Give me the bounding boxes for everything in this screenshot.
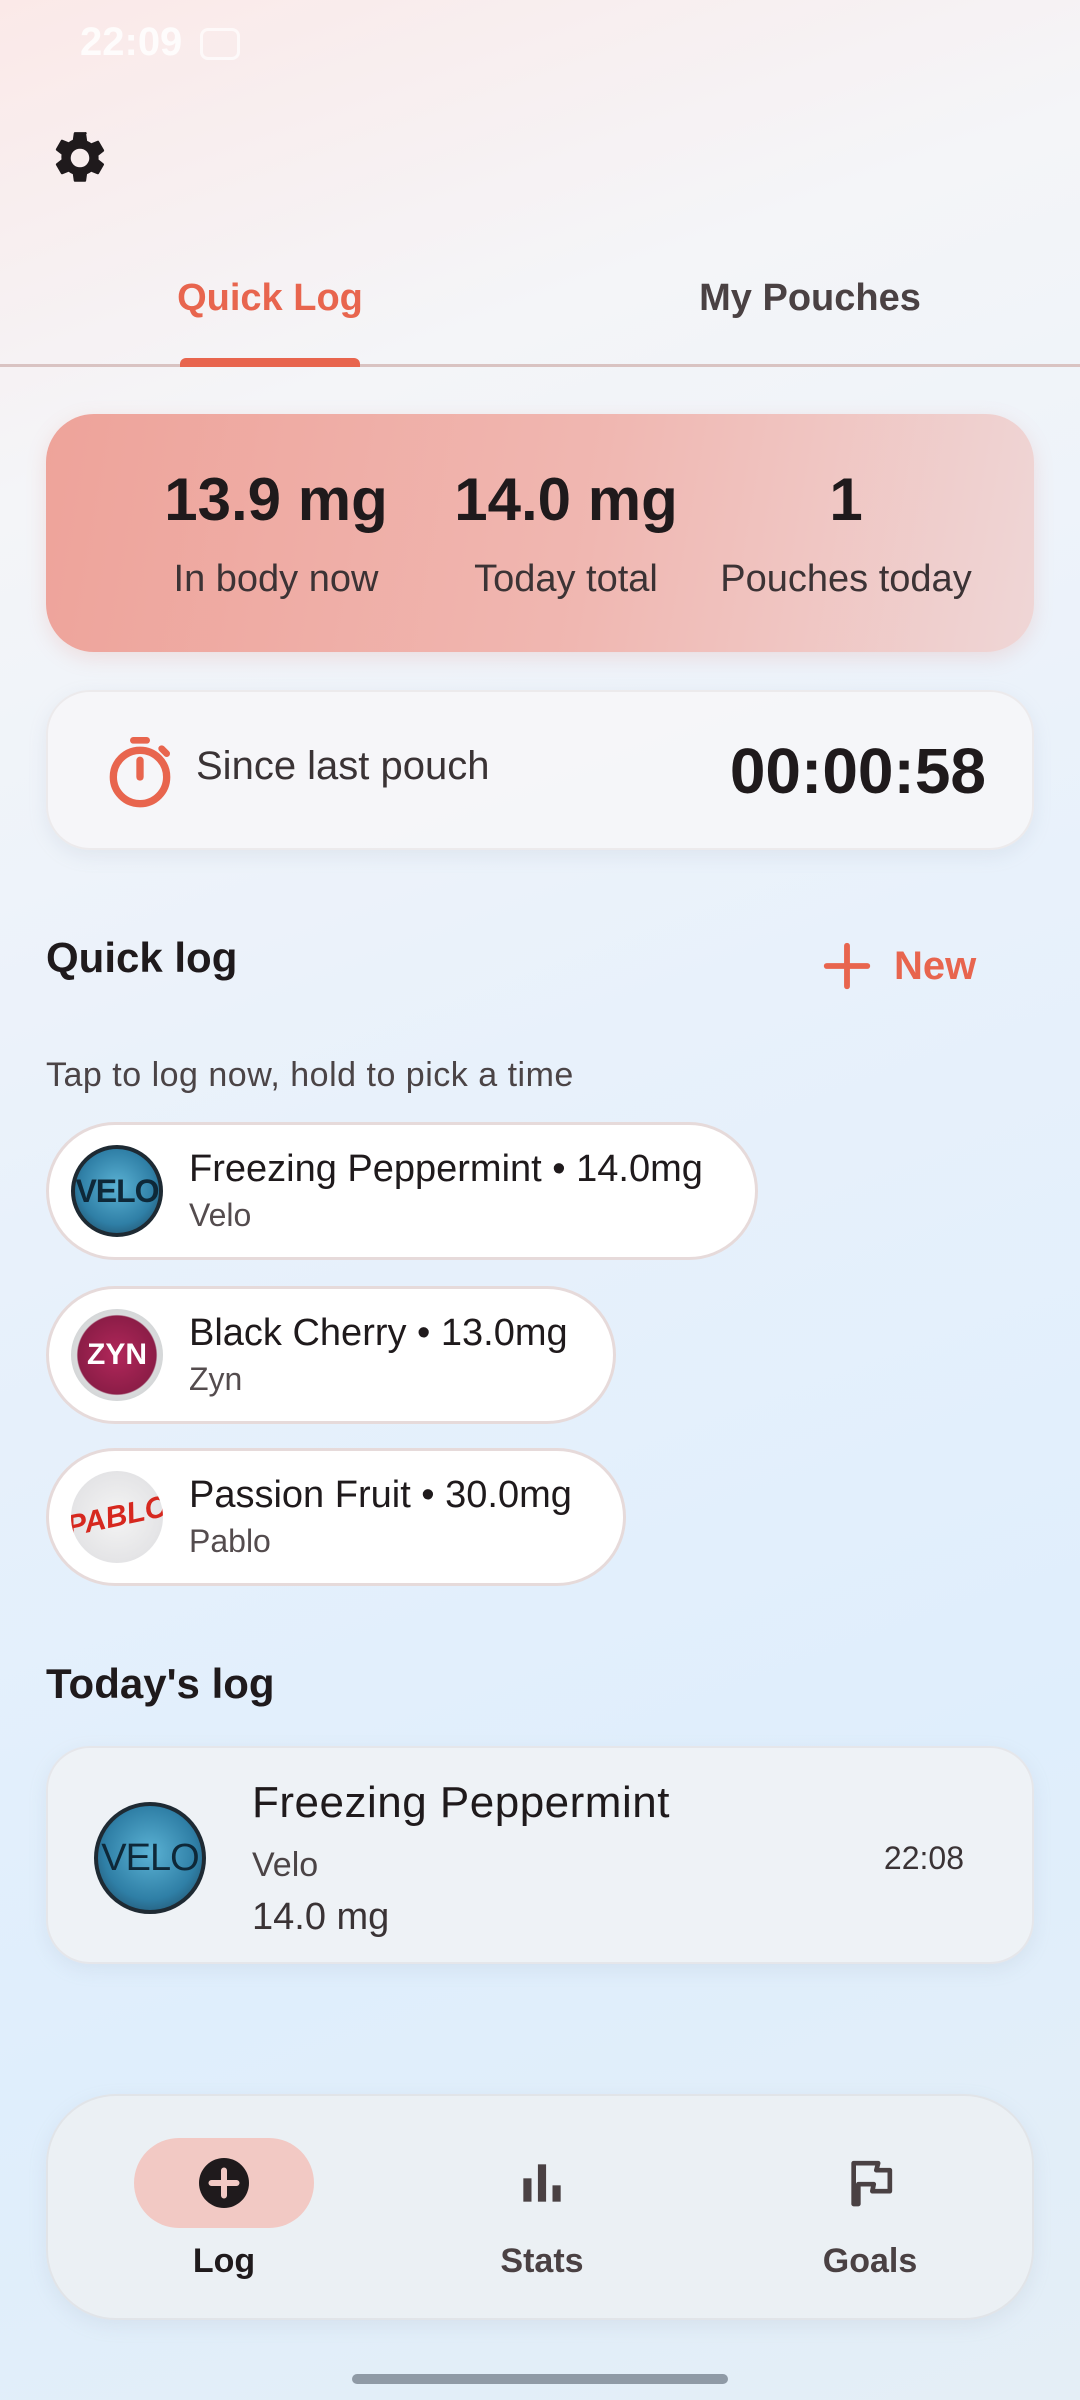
chip-title: Passion Fruit • 30.0mg: [189, 1474, 572, 1516]
summary-card: 13.9 mg In body now 14.0 mg Today total …: [46, 414, 1034, 652]
status-bar-time: 22:09: [80, 20, 183, 64]
flag-icon: [851, 2160, 893, 2207]
new-button-label: New: [894, 943, 977, 988]
nav-log[interactable]: Log: [74, 2096, 374, 2322]
nav-active-pill: [134, 2138, 314, 2228]
home-indicator[interactable]: [352, 2374, 728, 2384]
tab-my-pouches[interactable]: My Pouches: [620, 268, 1000, 328]
log-entry-time: 22:08: [883, 1840, 964, 1876]
chip-title: Freezing Peppermint • 14.0mg: [189, 1148, 703, 1190]
nav-icon-slot: [780, 2138, 960, 2228]
cast-icon: [200, 28, 240, 60]
log-entry-amount: 14.0 mg: [252, 1896, 390, 1938]
stat-pouches-today: 1 Pouches today: [686, 414, 1006, 652]
quick-log-chip-zyn[interactable]: ZYN Black Cherry • 13.0mg Zyn: [46, 1286, 616, 1424]
add-circle-icon: [199, 2158, 249, 2208]
nav-stats[interactable]: Stats: [392, 2096, 692, 2322]
quick-log-hint: Tap to log now, hold to pick a time: [46, 1056, 574, 1094]
todays-log-heading: Today's log: [46, 1660, 275, 1707]
pouches-today-label: Pouches today: [720, 558, 972, 600]
chip-brand: Pablo: [189, 1523, 271, 1559]
in-body-label: In body now: [173, 558, 379, 600]
settings-button[interactable]: [40, 118, 120, 198]
timer-value: 00:00:58: [729, 735, 986, 807]
today-total-value: 14.0 mg: [454, 466, 678, 533]
pouches-today-value: 1: [829, 466, 863, 533]
log-entry-card[interactable]: VELO Freezing Peppermint Velo 14.0 mg 22…: [46, 1746, 1034, 1964]
bar-chart-icon: [523, 2164, 561, 2202]
in-body-value: 13.9 mg: [164, 466, 388, 533]
quick-log-chip-velo[interactable]: VELO Freezing Peppermint • 14.0mg Velo: [46, 1122, 758, 1260]
velo-can-icon: VELO: [71, 1145, 163, 1237]
bottom-navigation: Log Stats Goals: [46, 2094, 1034, 2320]
since-last-pouch-card: Since last pouch 00:00:58: [46, 690, 1034, 850]
gear-icon: [55, 132, 105, 182]
log-entry-brand: Velo: [252, 1846, 319, 1884]
timer-label: Since last pouch: [196, 744, 490, 788]
timer-icon: [109, 737, 171, 808]
velo-can-icon: VELO: [94, 1802, 206, 1914]
active-tab-indicator: [180, 358, 360, 367]
today-total-label: Today total: [474, 558, 658, 600]
new-pouch-button[interactable]: New: [820, 926, 1020, 1006]
tab-divider: [0, 364, 1080, 367]
quick-log-heading: Quick log: [46, 934, 238, 981]
pablo-can-icon: PABLO: [71, 1471, 163, 1563]
nav-goals-label: Goals: [822, 2242, 918, 2280]
plus-icon: [823, 942, 871, 990]
chip-brand: Velo: [189, 1197, 252, 1233]
chip-brand: Zyn: [189, 1361, 243, 1397]
log-entry-name: Freezing Peppermint: [252, 1778, 670, 1827]
quick-log-chip-pablo[interactable]: PABLO Passion Fruit • 30.0mg Pablo: [46, 1448, 626, 1586]
nav-icon-slot: [452, 2138, 632, 2228]
nav-log-label: Log: [192, 2242, 256, 2280]
nav-goals[interactable]: Goals: [720, 2096, 1020, 2322]
nav-stats-label: Stats: [500, 2242, 584, 2280]
chip-title: Black Cherry • 13.0mg: [189, 1312, 568, 1354]
tab-quick-log[interactable]: Quick Log: [130, 268, 410, 328]
zyn-can-icon: ZYN: [71, 1309, 163, 1401]
